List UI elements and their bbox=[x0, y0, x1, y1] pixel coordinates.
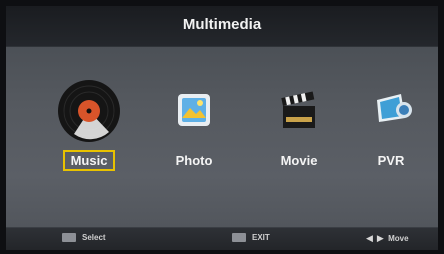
menu-item-pvr[interactable]: PVR bbox=[346, 76, 436, 171]
menu-item-label: PVR bbox=[377, 153, 405, 168]
media-menu: Music Photo Movie PVR bbox=[6, 76, 438, 186]
exit-hint: EXIT bbox=[232, 233, 270, 243]
multimedia-screen: Multimedia Music Photo Movie PVR Select … bbox=[6, 6, 438, 250]
move-hint-label: Move bbox=[388, 234, 409, 243]
ok-key-icon bbox=[62, 233, 76, 243]
title-bar: Multimedia bbox=[6, 6, 438, 47]
menu-item-label: Music bbox=[62, 150, 116, 171]
menu-item-photo[interactable]: Photo bbox=[149, 76, 239, 171]
exit-key-icon bbox=[232, 233, 246, 243]
footer-hint-bar: Select EXIT ◀ ▶ Move bbox=[6, 227, 438, 250]
menu-item-label: Photo bbox=[175, 153, 213, 168]
page-title: Multimedia bbox=[182, 16, 262, 33]
select-hint-label: Select bbox=[82, 233, 106, 242]
right-arrow-icon: ▶ bbox=[376, 233, 384, 243]
menu-item-music[interactable]: Music bbox=[44, 76, 134, 171]
left-arrow-icon: ◀ bbox=[366, 233, 373, 243]
select-hint: Select bbox=[62, 233, 106, 243]
exit-hint-label: EXIT bbox=[252, 233, 270, 242]
move-hint: ◀ ▶ Move bbox=[364, 233, 409, 244]
menu-item-label: Movie bbox=[280, 153, 318, 168]
menu-item-movie[interactable]: Movie bbox=[254, 76, 344, 171]
